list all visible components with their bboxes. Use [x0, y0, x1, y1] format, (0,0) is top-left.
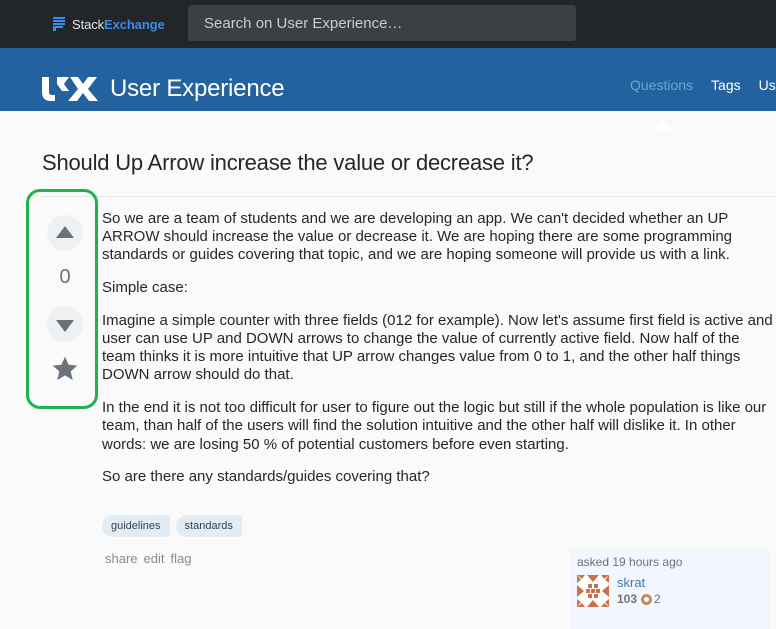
user-name-link[interactable]: skrat: [617, 575, 661, 590]
stackexchange-icon: [53, 17, 65, 31]
body-paragraph: So we are a team of students and we are …: [102, 210, 733, 264]
tag-list: guidelines standards: [102, 515, 248, 537]
body-paragraph: Imagine a simple counter with three fiel…: [102, 311, 773, 384]
bronze-badge-icon: [641, 593, 653, 605]
user-avatar[interactable]: [577, 575, 609, 607]
stackexchange-topbar: StackExchange: [0, 0, 776, 48]
post-actions: share edit flag: [105, 551, 197, 566]
body-paragraph: Simple case:: [102, 279, 188, 297]
vote-count: 0: [59, 266, 71, 288]
nav-active-caret: [655, 122, 671, 130]
site-logo[interactable]: User Experience: [42, 75, 285, 103]
stackexchange-logo[interactable]: StackExchange: [53, 14, 165, 34]
bronze-badge-count: 2: [654, 592, 661, 606]
title-divider: [42, 196, 776, 197]
upvote-button[interactable]: [47, 215, 83, 251]
edit-link[interactable]: edit: [144, 551, 165, 566]
reputation-score: 103: [617, 592, 638, 606]
flag-link[interactable]: flag: [171, 551, 192, 566]
site-nav: Questions Tags Us: [630, 77, 776, 93]
asked-time: asked 19 hours ago: [577, 555, 683, 569]
ux-logo-icon: [42, 77, 98, 101]
favorite-star-icon[interactable]: [51, 355, 79, 383]
tag-guidelines[interactable]: guidelines: [102, 515, 170, 537]
question-title[interactable]: Should Up Arrow increase the value or de…: [42, 150, 534, 176]
tag-standards[interactable]: standards: [175, 515, 242, 537]
arrow-up-icon: [56, 225, 74, 238]
downvote-button[interactable]: [47, 306, 83, 342]
user-reputation: 103 2: [617, 592, 661, 606]
nav-tags[interactable]: Tags: [711, 77, 741, 93]
site-name: User Experience: [110, 75, 285, 102]
search-box[interactable]: [188, 5, 576, 41]
search-input[interactable]: [188, 5, 576, 41]
stackexchange-wordmark: StackExchange: [72, 16, 165, 32]
share-link[interactable]: share: [105, 551, 138, 566]
nav-questions[interactable]: Questions: [630, 77, 693, 93]
body-paragraph: In the end it is not too difficult for u…: [102, 399, 767, 453]
arrow-down-icon: [56, 319, 74, 332]
question-body: So we are a team of students and we are …: [102, 210, 776, 501]
nav-users[interactable]: Us: [759, 77, 776, 93]
owner-card: asked 19 hours ago skrat 103 2: [570, 549, 770, 629]
body-paragraph: So are there any standards/guides coveri…: [102, 468, 430, 486]
